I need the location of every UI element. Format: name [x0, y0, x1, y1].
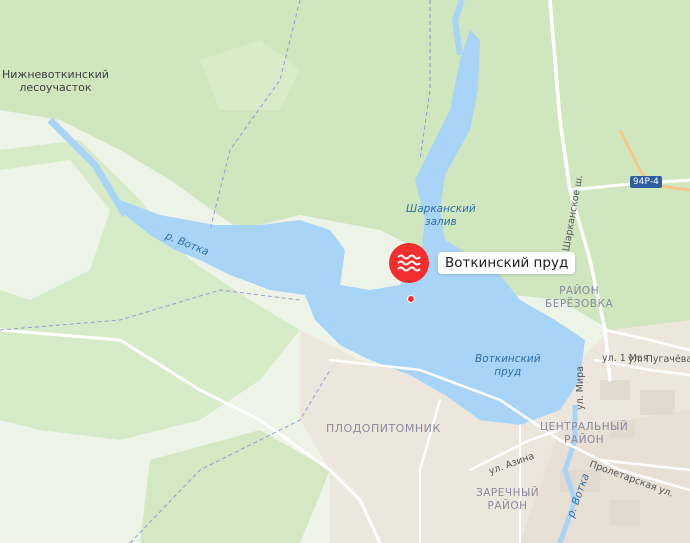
label-forestry: Нижневоткинский лесоучасток: [2, 68, 109, 94]
highway-badge: 94Р-4: [630, 176, 662, 188]
label-votkinsk-pond: Воткинский пруд: [475, 353, 541, 378]
label-street-mira: ул. Мира: [575, 366, 586, 410]
label-district-berezovka: РАЙОН БЕРЁЗОВКА: [545, 285, 614, 310]
map-canvas[interactable]: Нижневоткинский лесоучасток ПЛОДОПИТОМНИ…: [0, 0, 690, 543]
label-district-zarechny: ЗАРЕЧНЫЙ РАЙОН: [476, 487, 540, 512]
place-marker[interactable]: [388, 242, 434, 288]
label-nursery: ПЛОДОПИТОМНИК: [326, 422, 441, 435]
marker-point: [407, 295, 415, 303]
label-sharkan-bay: Шарканский залив: [406, 203, 476, 228]
water-waves-icon: [389, 243, 429, 283]
label-district-central: ЦЕНТРАЛЬНЫЙ РАЙОН: [540, 421, 629, 446]
label-street-pugacheva: ул. Пугачёва: [628, 354, 690, 365]
selected-place-label[interactable]: Воткинский пруд: [438, 252, 576, 274]
